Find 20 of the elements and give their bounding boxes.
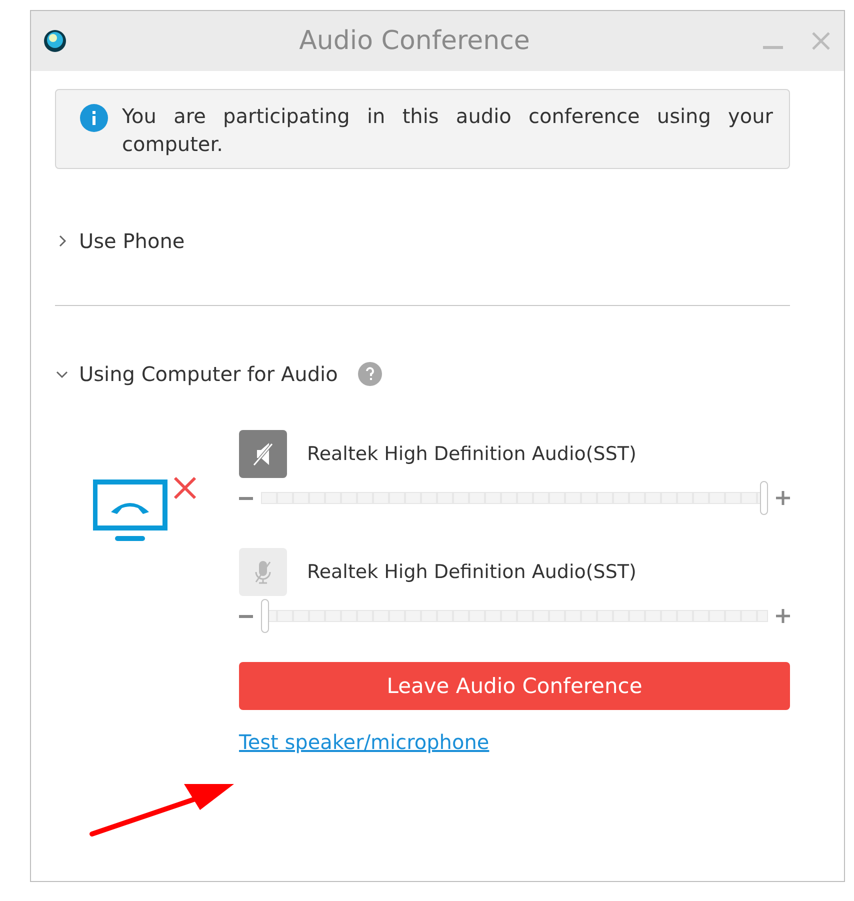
slider-thumb[interactable] — [760, 481, 768, 515]
section-title[interactable]: Use Phone — [79, 229, 185, 253]
microphone-button[interactable] — [239, 548, 287, 596]
leave-conference-button[interactable]: Leave Audio Conference — [239, 662, 790, 710]
help-icon[interactable] — [358, 362, 382, 386]
device-name: Realtek High Definition Audio(SST) — [307, 443, 636, 465]
close-icon[interactable] — [810, 30, 832, 52]
info-text: You are participating in this audio conference using your computer. — [122, 103, 773, 158]
test-speaker-link[interactable]: Test speaker/microphone — [239, 730, 490, 754]
plus-icon[interactable] — [776, 609, 790, 623]
speaker-button[interactable] — [239, 430, 287, 478]
plus-icon[interactable] — [776, 491, 790, 505]
slider-thumb[interactable] — [261, 599, 269, 633]
volume-slider[interactable] — [261, 481, 768, 515]
device-name: Realtek High Definition Audio(SST) — [307, 561, 636, 583]
section-title[interactable]: Using Computer for Audio — [79, 362, 338, 386]
app-logo-icon — [43, 29, 67, 53]
volume-slider[interactable] — [261, 599, 768, 633]
window-title: Audio Conference — [298, 26, 531, 56]
info-icon — [80, 104, 108, 132]
